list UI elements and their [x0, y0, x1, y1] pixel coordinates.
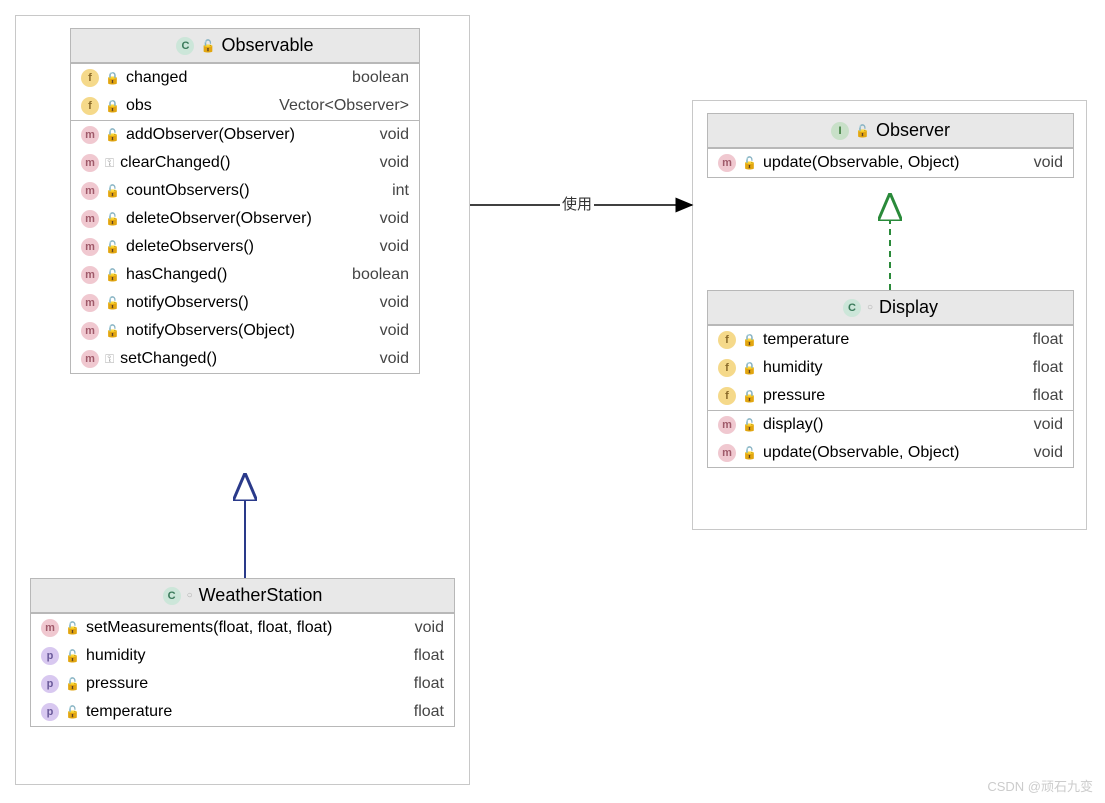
class-name: WeatherStation [199, 585, 323, 606]
class-icon: C [163, 587, 181, 605]
methods-section: m🔓update(Observable, Object)void [708, 148, 1073, 177]
fields-section: f🔒changedboolean f🔒obsVector<Observer> [71, 63, 419, 120]
method-icon: m [81, 266, 99, 284]
class-title: C ○ Display [708, 291, 1073, 325]
unlock-icon: 🔓 [65, 621, 80, 635]
watermark: CSDN @顽石九变 [987, 776, 1093, 795]
property-row: p🔓temperaturefloat [31, 698, 454, 726]
fields-section: f🔒temperaturefloat f🔒humidityfloat f🔒pre… [708, 325, 1073, 410]
uses-label: 使用 [560, 193, 594, 214]
members-section: m🔓setMeasurements(float, float, float)vo… [31, 613, 454, 726]
class-display: C ○ Display f🔒temperaturefloat f🔒humidit… [707, 290, 1074, 468]
class-observer: I 🔓 Observer m🔓update(Observable, Object… [707, 113, 1074, 178]
unlock-icon: 🔓 [855, 124, 870, 138]
unlock-icon: 🔓 [742, 156, 757, 170]
class-name: Observer [876, 120, 950, 141]
interface-icon: I [831, 122, 849, 140]
method-row: m🔓notifyObservers(Object)void [71, 317, 419, 345]
class-observable: C 🔓 Observable f🔒changedboolean f🔒obsVec… [70, 28, 420, 374]
circle-icon: ○ [187, 590, 193, 601]
method-icon: m [718, 416, 736, 434]
method-row: m🔓setMeasurements(float, float, float)vo… [31, 614, 454, 642]
method-row: m🔓display()void [708, 411, 1073, 439]
method-row: m🔓deleteObservers()void [71, 233, 419, 261]
unlock-icon: 🔓 [105, 296, 120, 310]
unlock-icon: 🔓 [105, 128, 120, 142]
unlock-icon: 🔓 [742, 446, 757, 460]
field-row: f🔒changedboolean [71, 64, 419, 92]
field-icon: f [718, 359, 736, 377]
property-row: p🔓pressurefloat [31, 670, 454, 698]
method-icon: m [718, 154, 736, 172]
field-icon: f [81, 69, 99, 87]
class-title: C ○ WeatherStation [31, 579, 454, 613]
field-icon: f [81, 97, 99, 115]
class-weatherstation: C ○ WeatherStation m🔓setMeasurements(flo… [30, 578, 455, 727]
field-icon: f [718, 331, 736, 349]
unlock-icon: 🔓 [105, 212, 120, 226]
method-row: m🔓countObservers()int [71, 177, 419, 205]
method-row: m🔓update(Observable, Object)void [708, 439, 1073, 467]
method-icon: m [81, 210, 99, 228]
method-row: m🔓hasChanged()boolean [71, 261, 419, 289]
unlock-icon: 🔓 [105, 324, 120, 338]
key-icon: ⚿ [105, 352, 114, 367]
unlock-icon: 🔓 [200, 39, 215, 53]
method-icon: m [41, 619, 59, 637]
method-icon: m [81, 322, 99, 340]
method-row: m⚿setChanged()void [71, 345, 419, 373]
field-row: f🔒humidityfloat [708, 354, 1073, 382]
circle-icon: ○ [867, 302, 873, 313]
unlock-icon: 🔓 [65, 649, 80, 663]
method-icon: m [81, 350, 99, 368]
method-icon: m [81, 126, 99, 144]
field-icon: f [718, 387, 736, 405]
method-icon: m [81, 154, 99, 172]
key-icon: ⚿ [105, 156, 114, 171]
class-name: Display [879, 297, 938, 318]
unlock-icon: 🔓 [65, 677, 80, 691]
lock-icon: 🔒 [105, 71, 120, 85]
method-icon: m [81, 182, 99, 200]
methods-section: m🔓addObserver(Observer)void m⚿clearChang… [71, 120, 419, 373]
method-icon: m [718, 444, 736, 462]
lock-icon: 🔒 [742, 361, 757, 375]
methods-section: m🔓display()void m🔓update(Observable, Obj… [708, 410, 1073, 467]
unlock-icon: 🔓 [105, 268, 120, 282]
class-name: Observable [221, 35, 313, 56]
lock-icon: 🔒 [105, 99, 120, 113]
class-icon: C [176, 37, 194, 55]
method-icon: m [81, 294, 99, 312]
method-row: m🔓notifyObservers()void [71, 289, 419, 317]
property-row: p🔓humidityfloat [31, 642, 454, 670]
method-icon: m [81, 238, 99, 256]
method-row: m🔓update(Observable, Object)void [708, 149, 1073, 177]
class-title: C 🔓 Observable [71, 29, 419, 63]
field-row: f🔒obsVector<Observer> [71, 92, 419, 120]
unlock-icon: 🔓 [105, 184, 120, 198]
method-row: m🔓addObserver(Observer)void [71, 121, 419, 149]
property-icon: p [41, 703, 59, 721]
method-row: m🔓deleteObserver(Observer)void [71, 205, 419, 233]
unlock-icon: 🔓 [105, 240, 120, 254]
method-row: m⚿clearChanged()void [71, 149, 419, 177]
lock-icon: 🔒 [742, 333, 757, 347]
field-row: f🔒temperaturefloat [708, 326, 1073, 354]
unlock-icon: 🔓 [65, 705, 80, 719]
unlock-icon: 🔓 [742, 418, 757, 432]
property-icon: p [41, 675, 59, 693]
property-icon: p [41, 647, 59, 665]
field-row: f🔒pressurefloat [708, 382, 1073, 410]
lock-icon: 🔒 [742, 389, 757, 403]
class-title: I 🔓 Observer [708, 114, 1073, 148]
class-icon: C [843, 299, 861, 317]
